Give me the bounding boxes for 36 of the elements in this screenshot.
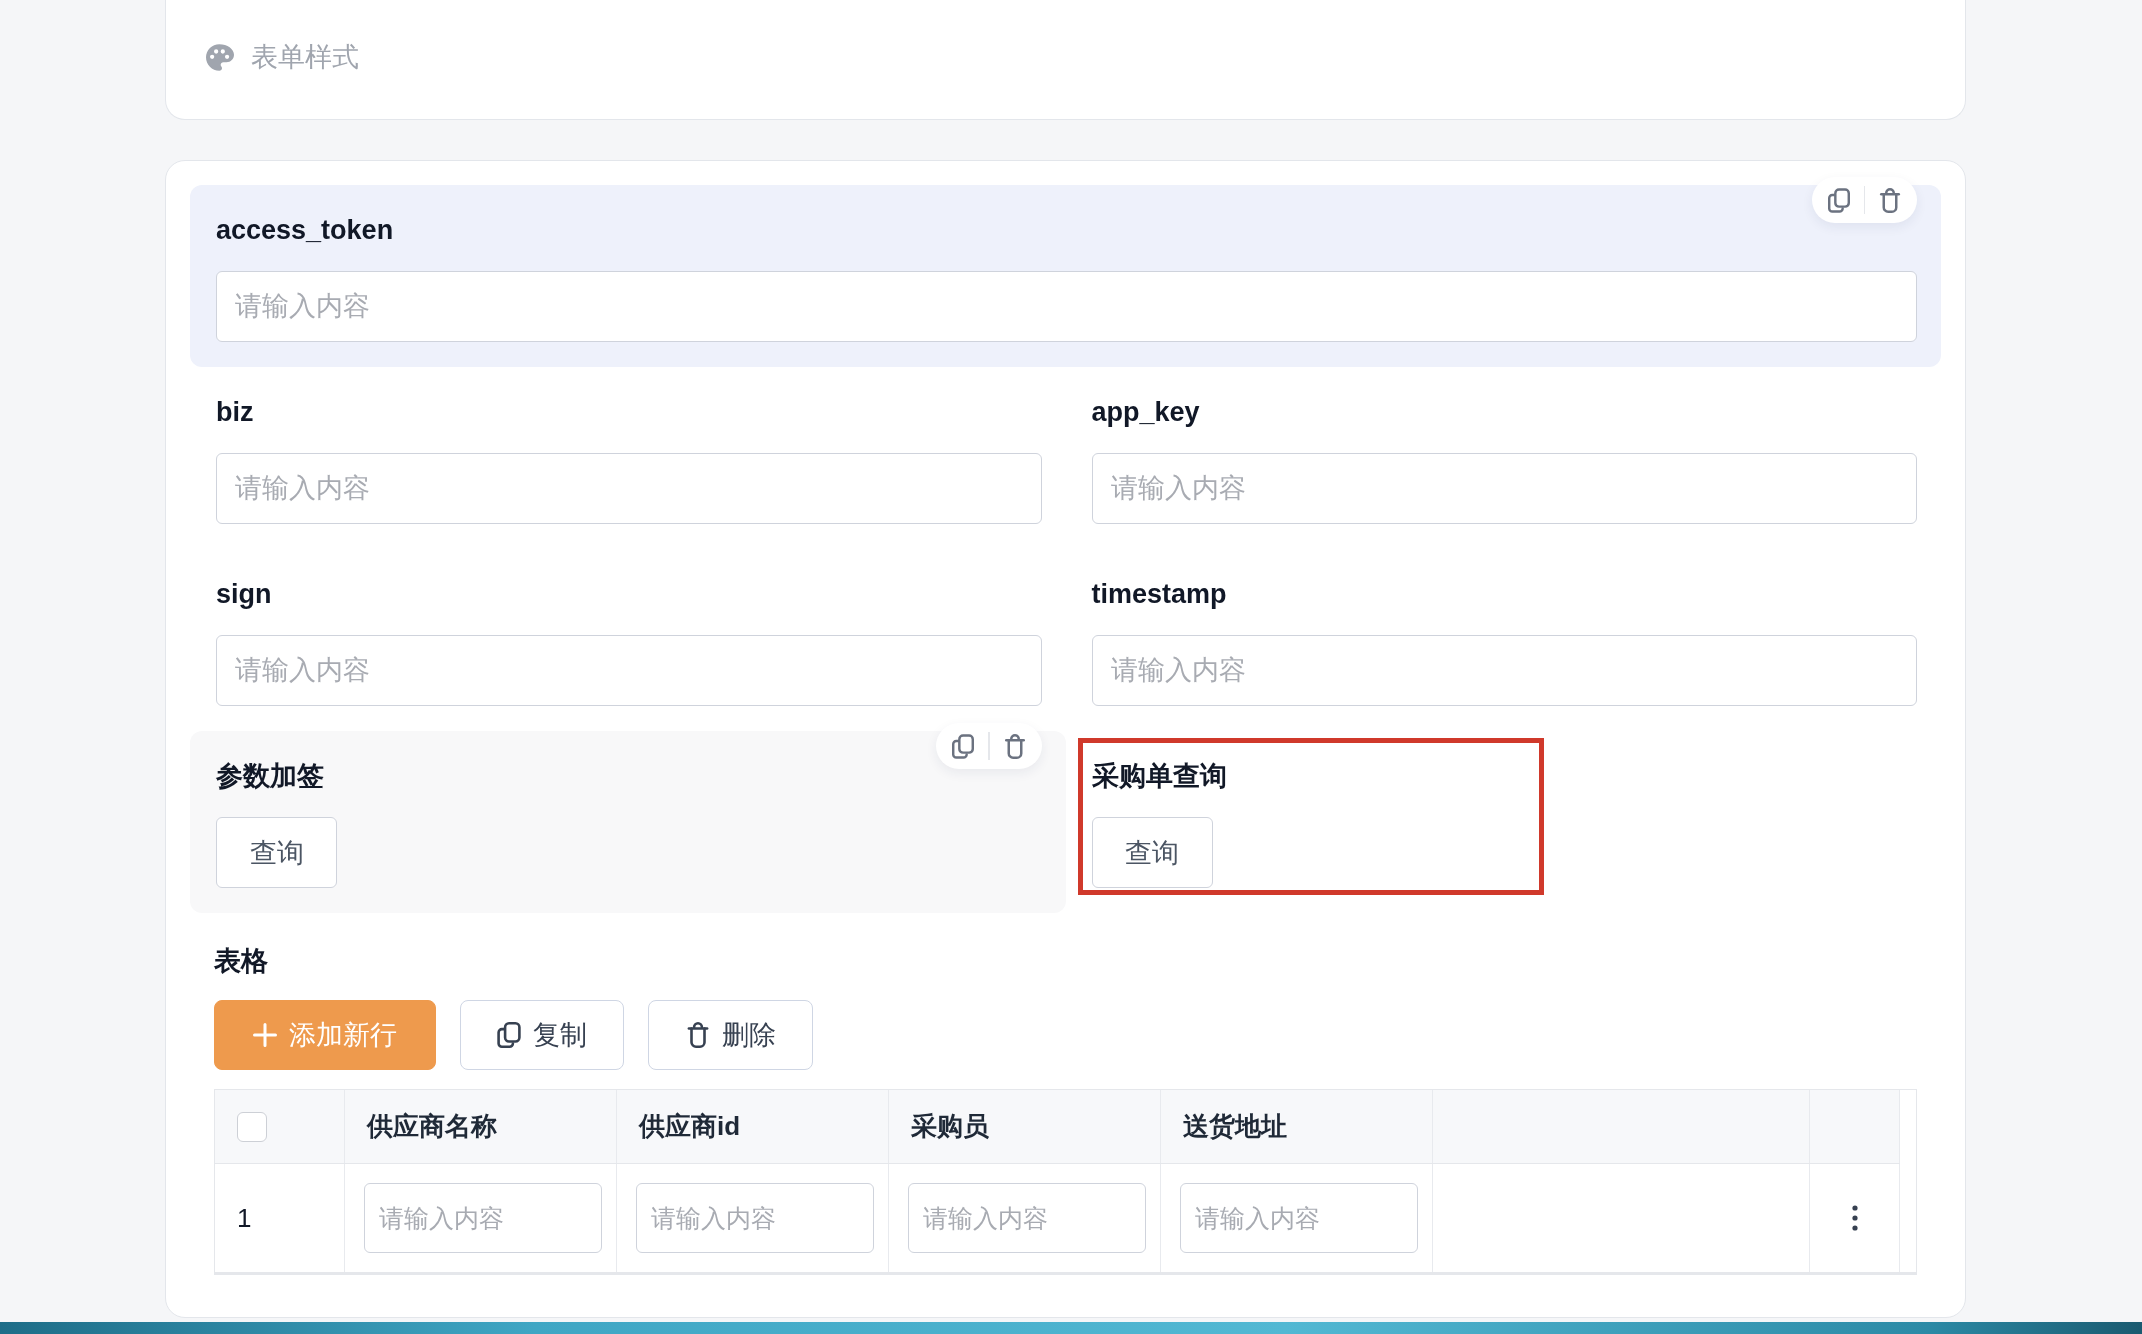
field-label: timestamp: [1091, 578, 1227, 611]
copy-button[interactable]: 复制: [460, 1000, 624, 1070]
query-button[interactable]: 查询: [216, 817, 337, 888]
field-label: access_token: [216, 214, 394, 247]
more-icon[interactable]: [1851, 1205, 1858, 1231]
field-label: sign: [216, 578, 272, 611]
text-input[interactable]: 请输入内容: [216, 635, 1042, 706]
copy-icon[interactable]: [1827, 187, 1850, 213]
plus-icon: [253, 1023, 277, 1047]
trash-icon: [685, 1022, 710, 1048]
column-header: 供应商名称: [367, 1110, 497, 1143]
cell-input[interactable]: 请输入内容: [1180, 1183, 1418, 1253]
field-label: 采购单查询: [1091, 760, 1227, 793]
palette-icon: [206, 43, 234, 71]
text-input[interactable]: 请输入内容: [216, 271, 1917, 342]
section-label: 表格: [214, 945, 268, 978]
cell-input[interactable]: 请输入内容: [364, 1183, 602, 1253]
copy-icon: [497, 1022, 521, 1048]
field-label: app_key: [1091, 396, 1200, 429]
field-label: 参数加签: [216, 760, 324, 793]
cell-input[interactable]: 请输入内容: [908, 1183, 1146, 1253]
trash-icon[interactable]: [1879, 187, 1901, 213]
text-input[interactable]: 请输入内容: [1091, 453, 1917, 524]
text-input[interactable]: 请输入内容: [216, 453, 1042, 524]
delete-button[interactable]: 删除: [648, 1000, 813, 1070]
cell-input[interactable]: 请输入内容: [636, 1183, 874, 1253]
text-input[interactable]: 请输入内容: [1091, 635, 1917, 706]
copy-icon[interactable]: [952, 733, 974, 759]
column-header: 采购员: [911, 1110, 989, 1143]
field-label: biz: [216, 396, 254, 429]
trash-icon[interactable]: [1003, 733, 1026, 759]
column-header: 供应商id: [639, 1110, 741, 1143]
row-number: 1: [237, 1202, 252, 1234]
column-header: 送货地址: [1183, 1110, 1287, 1143]
select-all-checkbox[interactable]: [237, 1111, 267, 1142]
query-button[interactable]: 查询: [1091, 817, 1213, 888]
